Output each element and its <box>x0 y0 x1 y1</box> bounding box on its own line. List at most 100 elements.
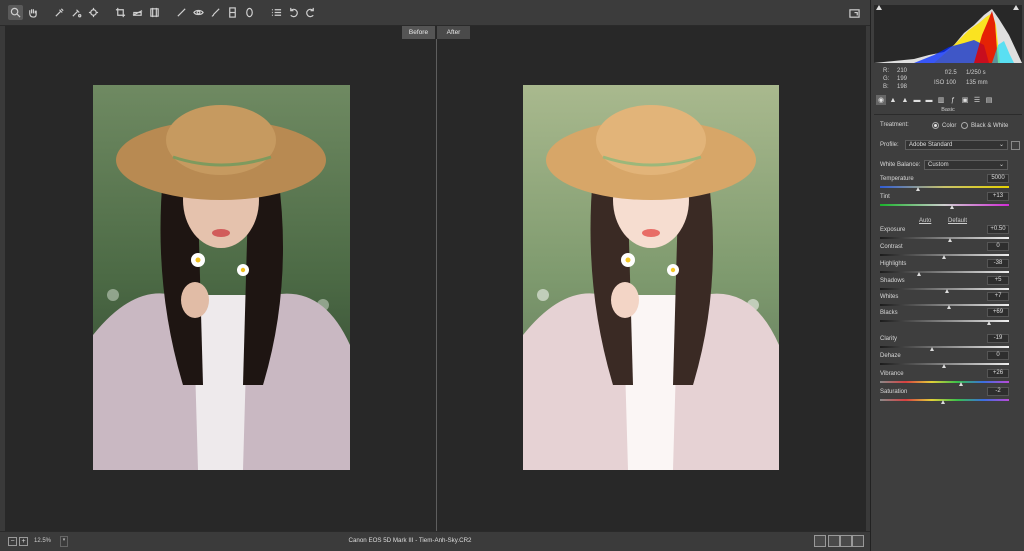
slider-value-field[interactable]: +69 <box>987 308 1009 317</box>
calibration-tab-icon[interactable]: ▣ <box>960 95 970 105</box>
b-label: B: <box>883 84 889 90</box>
slider-track[interactable] <box>880 237 1009 239</box>
panel-title: Basic <box>874 107 1022 115</box>
slider-thumb[interactable] <box>948 238 953 242</box>
slider-track[interactable] <box>880 204 1009 206</box>
effects-tab-icon[interactable]: ƒ <box>948 95 958 105</box>
before-label[interactable]: Before <box>402 26 435 39</box>
file-info: Canon EOS 5D Mark III - Tiem-Anh-Sky.CR2 <box>348 537 472 544</box>
slider-value-field[interactable]: +13 <box>987 192 1009 201</box>
default-link[interactable]: Default <box>948 218 967 224</box>
slider-value-field[interactable]: 0 <box>987 351 1009 360</box>
slider-value-field[interactable]: -19 <box>987 334 1009 343</box>
split-toning-tab-icon[interactable]: ▬ <box>924 95 934 105</box>
basic-tab-icon[interactable]: ◉ <box>876 95 886 105</box>
treatment-color-radio[interactable] <box>932 122 939 129</box>
camera-raw-window: Before After − + 12.5% ▾ Canon EOS 5D Ma… <box>0 0 1024 551</box>
slider-thumb[interactable] <box>946 305 951 309</box>
red-eye-icon[interactable] <box>191 5 206 20</box>
view-mode-icon[interactable] <box>814 535 826 547</box>
slider-thumb[interactable] <box>949 205 954 209</box>
after-label[interactable]: After <box>437 26 470 39</box>
slider-track[interactable] <box>880 304 1009 306</box>
slider-value-field[interactable]: -38 <box>987 259 1009 268</box>
target-adjust-icon[interactable] <box>86 5 101 20</box>
slider-label: Blacks <box>880 310 898 316</box>
radial-filter-icon[interactable] <box>242 5 257 20</box>
before-photo <box>93 85 350 470</box>
rotate-left-icon[interactable] <box>286 5 301 20</box>
adjustment-brush-icon[interactable] <box>208 5 223 20</box>
slider-thumb[interactable] <box>929 347 934 351</box>
slider-exposure: Exposure +0.50 <box>871 225 1024 243</box>
slider-label: Saturation <box>880 389 908 395</box>
slider-thumb[interactable] <box>917 272 922 276</box>
slider-label: Highlights <box>880 261 907 267</box>
iso: ISO 100 <box>934 80 957 86</box>
toolbar <box>0 0 870 26</box>
slider-value-field[interactable]: 5000 <box>987 174 1009 183</box>
slider-label: Tint <box>880 194 890 200</box>
hand-icon[interactable] <box>25 5 40 20</box>
slider-value-field[interactable]: +26 <box>987 369 1009 378</box>
slider-clarity: Clarity -19 <box>871 334 1024 352</box>
slider-thumb[interactable] <box>916 187 921 191</box>
highlight-clipping-icon[interactable] <box>1013 5 1019 10</box>
slider-thumb[interactable] <box>942 255 946 259</box>
slider-track[interactable] <box>880 381 1009 383</box>
slider-value-field[interactable]: -2 <box>987 387 1009 396</box>
slider-label: Exposure <box>880 227 906 233</box>
profile-value: Adobe Standard <box>909 142 953 148</box>
profile-select[interactable]: Adobe Standard ⌄ <box>905 140 1008 150</box>
slider-highlights: Highlights -38 <box>871 259 1024 277</box>
slider-value-field[interactable]: +7 <box>987 292 1009 301</box>
treatment-bw-label: Black & White <box>971 123 1009 129</box>
copy-settings-icon[interactable] <box>840 535 852 547</box>
white-balance-label: White Balance: <box>880 162 921 168</box>
focal-length: 135 mm <box>966 80 988 86</box>
presets-tab-icon[interactable]: ☰ <box>972 95 982 105</box>
color-sampler-icon[interactable] <box>69 5 84 20</box>
slider-thumb[interactable] <box>986 321 991 325</box>
spot-removal-icon[interactable] <box>174 5 189 20</box>
crop-icon[interactable] <box>113 5 128 20</box>
detail-tab-icon[interactable]: ▲ <box>900 95 910 105</box>
preview-canvas: Before After <box>5 26 866 531</box>
snapshots-tab-icon[interactable]: ▤ <box>984 95 994 105</box>
hsl-tab-icon[interactable]: ▬ <box>912 95 922 105</box>
slider-value-field[interactable]: 0 <box>987 242 1009 251</box>
straighten-icon[interactable] <box>130 5 145 20</box>
zoom-icon[interactable] <box>8 5 23 20</box>
fullscreen-icon[interactable] <box>847 6 862 21</box>
slider-value-field[interactable]: +5 <box>987 276 1009 285</box>
toggle-settings-icon[interactable] <box>852 535 864 547</box>
slider-tint: Tint +13 <box>871 192 1024 210</box>
r-value: 210 <box>897 68 908 74</box>
slider-label: Clarity <box>880 336 898 342</box>
tone-curve-tab-icon[interactable]: ▲ <box>888 95 898 105</box>
slider-temperature: Temperature 5000 <box>871 174 1024 192</box>
slider-value-field[interactable]: +0.50 <box>987 225 1009 234</box>
swap-before-after-icon[interactable] <box>828 535 840 547</box>
slider-saturation: Saturation -2 <box>871 387 1024 405</box>
slider-track[interactable] <box>880 346 1009 348</box>
slider-thumb[interactable] <box>958 382 963 386</box>
slider-thumb[interactable] <box>940 400 945 404</box>
lens-corrections-tab-icon[interactable]: ▥ <box>936 95 946 105</box>
shadow-clipping-icon[interactable] <box>876 5 882 10</box>
rotate-right-icon[interactable] <box>303 5 318 20</box>
slider-thumb[interactable] <box>942 364 946 368</box>
slider-dehaze: Dehaze 0 <box>871 351 1024 369</box>
graduated-filter-icon[interactable] <box>225 5 240 20</box>
transform-icon[interactable] <box>147 5 162 20</box>
slider-thumb[interactable] <box>945 289 950 293</box>
white-balance-icon[interactable] <box>52 5 67 20</box>
auto-link[interactable]: Auto <box>919 218 931 224</box>
white-balance-select[interactable]: Custom ⌄ <box>924 160 1008 170</box>
slider-track[interactable] <box>880 271 1009 273</box>
slider-vibrance: Vibrance +26 <box>871 369 1024 387</box>
treatment-bw-radio[interactable] <box>961 122 968 129</box>
slider-track[interactable] <box>880 186 1009 188</box>
profile-browser-icon[interactable] <box>1011 141 1020 150</box>
presets-list-icon[interactable] <box>269 5 284 20</box>
